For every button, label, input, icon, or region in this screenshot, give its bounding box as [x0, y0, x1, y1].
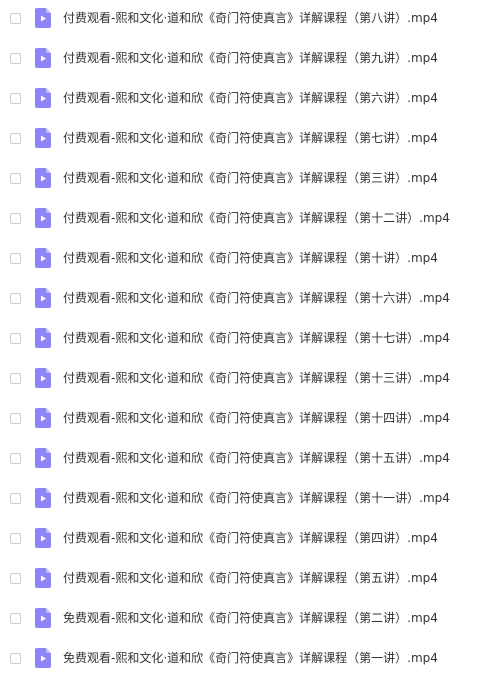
- file-checkbox[interactable]: [10, 53, 21, 64]
- video-file-icon: [35, 648, 51, 668]
- file-checkbox[interactable]: [10, 173, 21, 184]
- video-file-icon: [35, 48, 51, 68]
- video-file-icon: [35, 88, 51, 108]
- file-checkbox[interactable]: [10, 653, 21, 664]
- file-checkbox[interactable]: [10, 133, 21, 144]
- file-name[interactable]: 付费观看-熙和文化·道和欣《奇门符使真言》详解课程（第三讲）.mp4: [63, 170, 438, 187]
- file-row[interactable]: 付费观看-熙和文化·道和欣《奇门符使真言》详解课程（第五讲）.mp4: [0, 561, 485, 601]
- file-row[interactable]: 免费观看-熙和文化·道和欣《奇门符使真言》详解课程（第二讲）.mp4: [0, 601, 485, 641]
- file-row[interactable]: 付费观看-熙和文化·道和欣《奇门符使真言》详解课程（第四讲）.mp4: [0, 521, 485, 561]
- video-file-icon: [35, 8, 51, 28]
- file-checkbox[interactable]: [10, 533, 21, 544]
- video-file-icon: [35, 408, 51, 428]
- file-checkbox[interactable]: [10, 213, 21, 224]
- video-file-icon: [35, 568, 51, 588]
- file-name[interactable]: 付费观看-熙和文化·道和欣《奇门符使真言》详解课程（第十五讲）.mp4: [63, 450, 450, 467]
- file-name[interactable]: 免费观看-熙和文化·道和欣《奇门符使真言》详解课程（第二讲）.mp4: [63, 610, 438, 627]
- file-name[interactable]: 付费观看-熙和文化·道和欣《奇门符使真言》详解课程（第八讲）.mp4: [63, 10, 438, 27]
- file-row[interactable]: 付费观看-熙和文化·道和欣《奇门符使真言》详解课程（第十七讲）.mp4: [0, 321, 485, 361]
- file-name[interactable]: 付费观看-熙和文化·道和欣《奇门符使真言》详解课程（第十六讲）.mp4: [63, 290, 450, 307]
- file-name[interactable]: 免费观看-熙和文化·道和欣《奇门符使真言》详解课程（第一讲）.mp4: [63, 650, 438, 667]
- file-row[interactable]: 付费观看-熙和文化·道和欣《奇门符使真言》详解课程（第九讲）.mp4: [0, 41, 485, 81]
- file-name[interactable]: 付费观看-熙和文化·道和欣《奇门符使真言》详解课程（第十三讲）.mp4: [63, 370, 450, 387]
- video-file-icon: [35, 488, 51, 508]
- file-row[interactable]: 付费观看-熙和文化·道和欣《奇门符使真言》详解课程（第十一讲）.mp4: [0, 481, 485, 521]
- file-row[interactable]: 免费观看-熙和文化·道和欣《奇门符使真言》详解课程（第一讲）.mp4: [0, 641, 485, 681]
- file-row[interactable]: 付费观看-熙和文化·道和欣《奇门符使真言》详解课程（第十讲）.mp4: [0, 241, 485, 281]
- video-file-icon: [35, 128, 51, 148]
- file-name[interactable]: 付费观看-熙和文化·道和欣《奇门符使真言》详解课程（第十讲）.mp4: [63, 250, 438, 267]
- video-file-icon: [35, 368, 51, 388]
- file-row[interactable]: 付费观看-熙和文化·道和欣《奇门符使真言》详解课程（第八讲）.mp4: [0, 1, 485, 41]
- video-file-icon: [35, 168, 51, 188]
- file-name[interactable]: 付费观看-熙和文化·道和欣《奇门符使真言》详解课程（第六讲）.mp4: [63, 90, 438, 107]
- video-file-icon: [35, 248, 51, 268]
- file-checkbox[interactable]: [10, 333, 21, 344]
- file-checkbox[interactable]: [10, 453, 21, 464]
- video-file-icon: [35, 288, 51, 308]
- file-name[interactable]: 付费观看-熙和文化·道和欣《奇门符使真言》详解课程（第七讲）.mp4: [63, 130, 438, 147]
- video-file-icon: [35, 528, 51, 548]
- file-row[interactable]: 付费观看-熙和文化·道和欣《奇门符使真言》详解课程（第十四讲）.mp4: [0, 401, 485, 441]
- file-checkbox[interactable]: [10, 493, 21, 504]
- file-checkbox[interactable]: [10, 13, 21, 24]
- file-name[interactable]: 付费观看-熙和文化·道和欣《奇门符使真言》详解课程（第十四讲）.mp4: [63, 410, 450, 427]
- file-name[interactable]: 付费观看-熙和文化·道和欣《奇门符使真言》详解课程（第九讲）.mp4: [63, 50, 438, 67]
- file-name[interactable]: 付费观看-熙和文化·道和欣《奇门符使真言》详解课程（第五讲）.mp4: [63, 570, 438, 587]
- file-row[interactable]: 付费观看-熙和文化·道和欣《奇门符使真言》详解课程（第十三讲）.mp4: [0, 361, 485, 401]
- file-name[interactable]: 付费观看-熙和文化·道和欣《奇门符使真言》详解课程（第十二讲）.mp4: [63, 210, 450, 227]
- file-checkbox[interactable]: [10, 253, 21, 264]
- file-checkbox[interactable]: [10, 293, 21, 304]
- file-name[interactable]: 付费观看-熙和文化·道和欣《奇门符使真言》详解课程（第十一讲）.mp4: [63, 490, 450, 507]
- file-row[interactable]: 付费观看-熙和文化·道和欣《奇门符使真言》详解课程（第七讲）.mp4: [0, 121, 485, 161]
- video-file-icon: [35, 328, 51, 348]
- file-row[interactable]: 付费观看-熙和文化·道和欣《奇门符使真言》详解课程（第十二讲）.mp4: [0, 201, 485, 241]
- video-file-icon: [35, 208, 51, 228]
- file-row[interactable]: 付费观看-熙和文化·道和欣《奇门符使真言》详解课程（第十六讲）.mp4: [0, 281, 485, 321]
- file-checkbox[interactable]: [10, 93, 21, 104]
- file-checkbox[interactable]: [10, 613, 21, 624]
- file-checkbox[interactable]: [10, 413, 21, 424]
- file-row[interactable]: 付费观看-熙和文化·道和欣《奇门符使真言》详解课程（第十五讲）.mp4: [0, 441, 485, 481]
- file-checkbox[interactable]: [10, 373, 21, 384]
- file-checkbox[interactable]: [10, 573, 21, 584]
- file-row[interactable]: 付费观看-熙和文化·道和欣《奇门符使真言》详解课程（第六讲）.mp4: [0, 81, 485, 121]
- file-name[interactable]: 付费观看-熙和文化·道和欣《奇门符使真言》详解课程（第四讲）.mp4: [63, 530, 438, 547]
- video-file-icon: [35, 608, 51, 628]
- file-name[interactable]: 付费观看-熙和文化·道和欣《奇门符使真言》详解课程（第十七讲）.mp4: [63, 330, 450, 347]
- video-file-icon: [35, 448, 51, 468]
- file-row[interactable]: 付费观看-熙和文化·道和欣《奇门符使真言》详解课程（第三讲）.mp4: [0, 161, 485, 201]
